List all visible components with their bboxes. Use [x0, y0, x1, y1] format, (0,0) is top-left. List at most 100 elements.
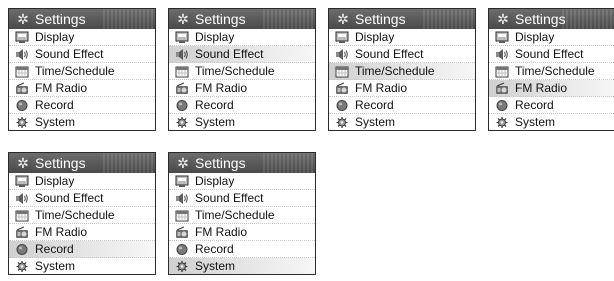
menu-item-system[interactable]: System: [9, 258, 155, 274]
menu-item-sound-effect[interactable]: Sound Effect: [9, 46, 155, 63]
menu-item-label: Record: [35, 242, 74, 256]
menu-item-sound-effect[interactable]: Sound Effect: [329, 46, 475, 63]
panel-title: Settings: [195, 11, 246, 27]
menu-item-system[interactable]: System: [489, 114, 614, 130]
display-icon: [15, 31, 29, 44]
menu-item-label: Sound Effect: [35, 191, 104, 205]
settings-panel-4: ✲ Settings Display Sound Effect Time/Sch…: [488, 8, 614, 131]
system-icon: [495, 116, 509, 129]
menu-item-label: Record: [195, 242, 234, 256]
menu-item-label: Display: [355, 30, 395, 44]
menu-item-label: FM Radio: [35, 225, 88, 239]
menu-item-time-schedule[interactable]: Time/Schedule: [9, 63, 155, 80]
radio-icon: [175, 226, 189, 239]
menu-item-fm-radio[interactable]: FM Radio: [9, 224, 155, 241]
menu-item-time-schedule[interactable]: Time/Schedule: [169, 207, 315, 224]
settings-panel-3: ✲ Settings Display Sound Effect Time/Sch…: [328, 8, 476, 131]
settings-gear-icon: ✲: [17, 155, 29, 171]
menu-item-label: System: [195, 259, 236, 273]
settings-gear-icon: ✲: [337, 11, 349, 27]
menu-item-record[interactable]: Record: [329, 97, 475, 114]
menu-item-label: Time/Schedule: [355, 64, 435, 78]
menu-item-fm-radio[interactable]: FM Radio: [489, 80, 614, 97]
menu-item-time-schedule[interactable]: Time/Schedule: [9, 207, 155, 224]
display-icon: [15, 175, 29, 188]
settings-gear-icon: ✲: [177, 155, 189, 171]
calendar-icon: [175, 209, 189, 222]
record-icon: [495, 99, 509, 112]
menu-item-label: System: [35, 259, 76, 273]
menu-item-label: System: [195, 115, 236, 129]
menu-item-display[interactable]: Display: [9, 29, 155, 46]
radio-icon: [15, 226, 29, 239]
menu-item-time-schedule[interactable]: Time/Schedule: [169, 63, 315, 80]
menu-item-sound-effect[interactable]: Sound Effect: [9, 190, 155, 207]
menu-item-label: System: [35, 115, 76, 129]
sound-effect-icon: [175, 48, 189, 61]
record-icon: [175, 99, 189, 112]
menu-item-display[interactable]: Display: [489, 29, 614, 46]
record-icon: [335, 99, 349, 112]
menu-item-label: Record: [195, 98, 234, 112]
menu-item-time-schedule[interactable]: Time/Schedule: [329, 63, 475, 80]
sound-effect-icon: [15, 192, 29, 205]
menu-item-system[interactable]: System: [329, 114, 475, 130]
menu-item-fm-radio[interactable]: FM Radio: [329, 80, 475, 97]
menu-item-sound-effect[interactable]: Sound Effect: [169, 46, 315, 63]
panel-title: Settings: [195, 155, 246, 171]
calendar-icon: [175, 65, 189, 78]
system-icon: [175, 260, 189, 273]
system-icon: [15, 260, 29, 273]
settings-gear-icon: ✲: [177, 11, 189, 27]
menu-item-record[interactable]: Record: [9, 241, 155, 258]
menu-item-label: Display: [195, 174, 235, 188]
settings-panel-5: ✲ Settings Display Sound Effect Time/Sch…: [8, 152, 156, 275]
menu-item-display[interactable]: Display: [329, 29, 475, 46]
menu-item-display[interactable]: Display: [169, 173, 315, 190]
title-bar: ✲ Settings: [169, 9, 315, 29]
menu-item-label: Display: [35, 30, 75, 44]
menu-item-label: Sound Effect: [35, 47, 104, 61]
sound-effect-icon: [495, 48, 509, 61]
menu-item-system[interactable]: System: [9, 114, 155, 130]
menu-item-record[interactable]: Record: [169, 97, 315, 114]
menu-item-time-schedule[interactable]: Time/Schedule: [489, 63, 614, 80]
menu-item-system[interactable]: System: [169, 114, 315, 130]
title-bar: ✲ Settings: [329, 9, 475, 29]
settings-panel-6: ✲ Settings Display Sound Effect Time/Sch…: [168, 152, 316, 275]
title-bar: ✲ Settings: [9, 153, 155, 173]
panel-title: Settings: [35, 155, 86, 171]
menu-item-label: FM Radio: [195, 225, 248, 239]
record-icon: [15, 243, 29, 256]
menu-item-record[interactable]: Record: [489, 97, 614, 114]
panel-title: Settings: [515, 11, 566, 27]
settings-menu: Display Sound Effect Time/Schedule FM Ra…: [169, 29, 315, 130]
calendar-icon: [15, 65, 29, 78]
menu-item-record[interactable]: Record: [9, 97, 155, 114]
menu-item-fm-radio[interactable]: FM Radio: [169, 80, 315, 97]
menu-item-display[interactable]: Display: [169, 29, 315, 46]
menu-item-label: FM Radio: [515, 81, 568, 95]
menu-item-label: Sound Effect: [195, 47, 264, 61]
menu-item-sound-effect[interactable]: Sound Effect: [169, 190, 315, 207]
title-bar: ✲ Settings: [489, 9, 614, 29]
menu-item-label: Time/Schedule: [515, 64, 595, 78]
menu-item-label: Sound Effect: [515, 47, 584, 61]
menu-item-record[interactable]: Record: [169, 241, 315, 258]
radio-icon: [495, 82, 509, 95]
menu-item-fm-radio[interactable]: FM Radio: [9, 80, 155, 97]
menu-item-label: Time/Schedule: [35, 208, 115, 222]
panel-title: Settings: [355, 11, 406, 27]
menu-item-sound-effect[interactable]: Sound Effect: [489, 46, 614, 63]
settings-menu: Display Sound Effect Time/Schedule FM Ra…: [489, 29, 614, 130]
menu-item-display[interactable]: Display: [9, 173, 155, 190]
display-icon: [175, 175, 189, 188]
calendar-icon: [335, 65, 349, 78]
menu-item-label: Time/Schedule: [35, 64, 115, 78]
menu-item-system[interactable]: System: [169, 258, 315, 274]
menu-item-label: Display: [515, 30, 555, 44]
system-icon: [335, 116, 349, 129]
menu-item-label: FM Radio: [35, 81, 88, 95]
system-icon: [175, 116, 189, 129]
menu-item-fm-radio[interactable]: FM Radio: [169, 224, 315, 241]
